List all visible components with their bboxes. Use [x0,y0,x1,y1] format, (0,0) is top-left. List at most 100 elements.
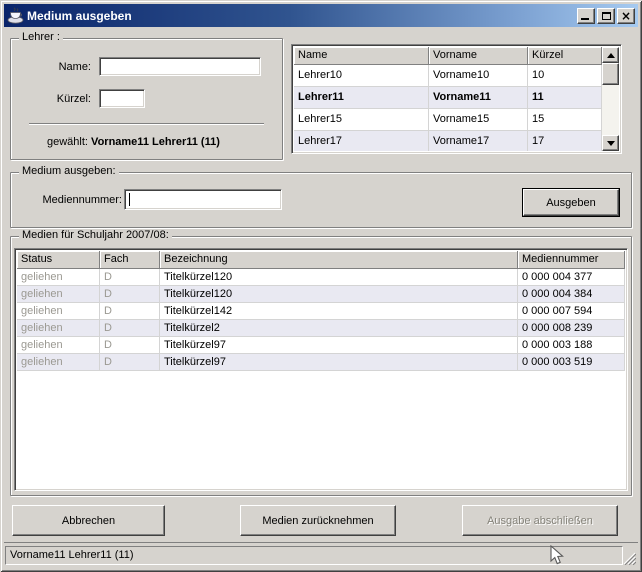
table-row[interactable]: geliehenDTitelkürzel20 000 008 239 [17,320,625,337]
table-cell: Titelkürzel97 [160,354,518,370]
ausgeben-button[interactable]: Ausgeben [523,189,619,216]
media-table-header: StatusFachBezeichnungMediennummer [17,251,625,269]
medium-ausgeben-groupbox: Medium ausgeben: Mediennummer: Ausgeben [10,172,632,228]
java-cup-icon [7,7,24,24]
column-header[interactable]: Fach [100,251,160,269]
medien-zuruecknehmen-button[interactable]: Medien zurücknehmen [240,505,396,536]
dialog-window: Medium ausgeben × Lehrer : Name: Kürzel:… [0,0,642,572]
table-row[interactable]: Lehrer15Vorname1515 [294,109,602,131]
table-cell: 0 000 004 377 [518,269,625,285]
table-cell: Titelkürzel97 [160,337,518,353]
text-caret [129,193,130,206]
table-cell: Titelkürzel120 [160,269,518,285]
table-cell: 0 000 007 594 [518,303,625,319]
arrow-down-icon [607,141,615,146]
table-cell: 10 [528,65,602,86]
scroll-down-button[interactable] [602,135,619,151]
column-header[interactable]: Status [17,251,100,269]
kuerzel-label: Kürzel: [29,93,91,105]
table-cell: Titelkürzel2 [160,320,518,336]
column-header[interactable]: Bezeichnung [160,251,518,269]
table-row[interactable]: Lehrer11Vorname1111 [294,87,602,109]
table-cell: Titelkürzel142 [160,303,518,319]
table-cell: Lehrer15 [294,109,429,130]
resize-grip[interactable] [622,551,636,565]
separator-line [29,123,264,125]
table-cell: 0 000 003 519 [518,354,625,370]
maximize-icon [602,12,611,20]
table-cell: D [100,286,160,302]
table-cell: Vorname10 [429,65,528,86]
scroll-up-button[interactable] [602,47,619,63]
table-cell: D [100,320,160,336]
table-cell: D [100,269,160,285]
teacher-table-scrollbar[interactable] [602,47,619,151]
table-cell: 17 [528,131,602,151]
minimize-button[interactable] [577,8,595,24]
name-label: Name: [29,61,91,73]
minimize-icon [581,18,589,20]
mediennummer-label: Mediennummer: [29,194,122,206]
table-cell: Vorname11 [429,87,528,108]
abbrechen-button[interactable]: Abbrechen [12,505,165,536]
table-row[interactable]: Lehrer17Vorname1717 [294,131,602,151]
ausgabe-abschliessen-button: Ausgabe abschließen [462,505,618,536]
close-icon: × [621,11,631,21]
close-button[interactable]: × [617,8,635,24]
selected-teacher-line: gewählt: Vorname11 Lehrer11 (11) [47,136,220,148]
table-row[interactable]: geliehenDTitelkürzel970 000 003 188 [17,337,625,354]
table-row[interactable]: geliehenDTitelkürzel1420 000 007 594 [17,303,625,320]
table-cell: 0 000 008 239 [518,320,625,336]
selected-teacher-value: Vorname11 Lehrer11 (11) [91,136,220,148]
kuerzel-input[interactable] [99,89,145,108]
medium-ausgeben-groupbox-label: Medium ausgeben: [19,165,119,177]
status-text: Vorname11 Lehrer11 (11) [5,546,623,565]
table-cell: D [100,337,160,353]
teacher-table-header: NameVornameKürzel [294,47,602,65]
scrollbar-thumb[interactable] [602,63,619,85]
column-header[interactable]: Kürzel [528,47,602,65]
teacher-table: NameVornameKürzel Lehrer10Vorname1010Leh… [291,44,622,154]
mouse-cursor-icon [550,545,564,566]
table-cell: 15 [528,109,602,130]
table-row[interactable]: geliehenDTitelkürzel970 000 003 519 [17,354,625,371]
title-bar: Medium ausgeben × [4,4,638,27]
table-cell: Lehrer10 [294,65,429,86]
column-header[interactable]: Mediennummer [518,251,625,269]
table-cell: geliehen [17,337,100,353]
medien-groupbox-label: Medien für Schuljahr 2007/08: [19,229,172,241]
medien-groupbox: Medien für Schuljahr 2007/08: StatusFach… [10,236,632,496]
table-cell: geliehen [17,269,100,285]
selected-teacher-label: gewählt: [47,136,88,148]
table-cell: D [100,354,160,370]
table-cell: 0 000 004 384 [518,286,625,302]
table-row[interactable]: geliehenDTitelkürzel1200 000 004 377 [17,269,625,286]
table-cell: geliehen [17,320,100,336]
window-title: Medium ausgeben [27,9,575,23]
table-cell: geliehen [17,286,100,302]
maximize-button[interactable] [597,8,615,24]
column-header[interactable]: Vorname [429,47,528,65]
lehrer-groupbox-label: Lehrer : [19,31,63,43]
table-cell: D [100,303,160,319]
table-cell: Lehrer11 [294,87,429,108]
table-cell: geliehen [17,303,100,319]
media-table: StatusFachBezeichnungMediennummer gelieh… [14,248,628,491]
table-row[interactable]: Lehrer10Vorname1010 [294,65,602,87]
table-cell: Vorname15 [429,109,528,130]
mediennummer-input[interactable] [124,189,282,210]
column-header[interactable]: Name [294,47,429,65]
table-cell: 11 [528,87,602,108]
table-cell: Titelkürzel120 [160,286,518,302]
table-cell: Vorname17 [429,131,528,151]
name-input[interactable] [99,57,261,76]
status-bar: Vorname11 Lehrer11 (11) [4,542,638,568]
table-cell: geliehen [17,354,100,370]
table-cell: 0 000 003 188 [518,337,625,353]
media-table-body: geliehenDTitelkürzel1200 000 004 377geli… [17,269,625,371]
arrow-up-icon [607,53,615,58]
lehrer-groupbox: Lehrer : Name: Kürzel: gewählt: Vorname1… [10,38,283,160]
table-cell: Lehrer17 [294,131,429,151]
table-row[interactable]: geliehenDTitelkürzel1200 000 004 384 [17,286,625,303]
teacher-table-body: Lehrer10Vorname1010Lehrer11Vorname1111Le… [294,65,602,151]
